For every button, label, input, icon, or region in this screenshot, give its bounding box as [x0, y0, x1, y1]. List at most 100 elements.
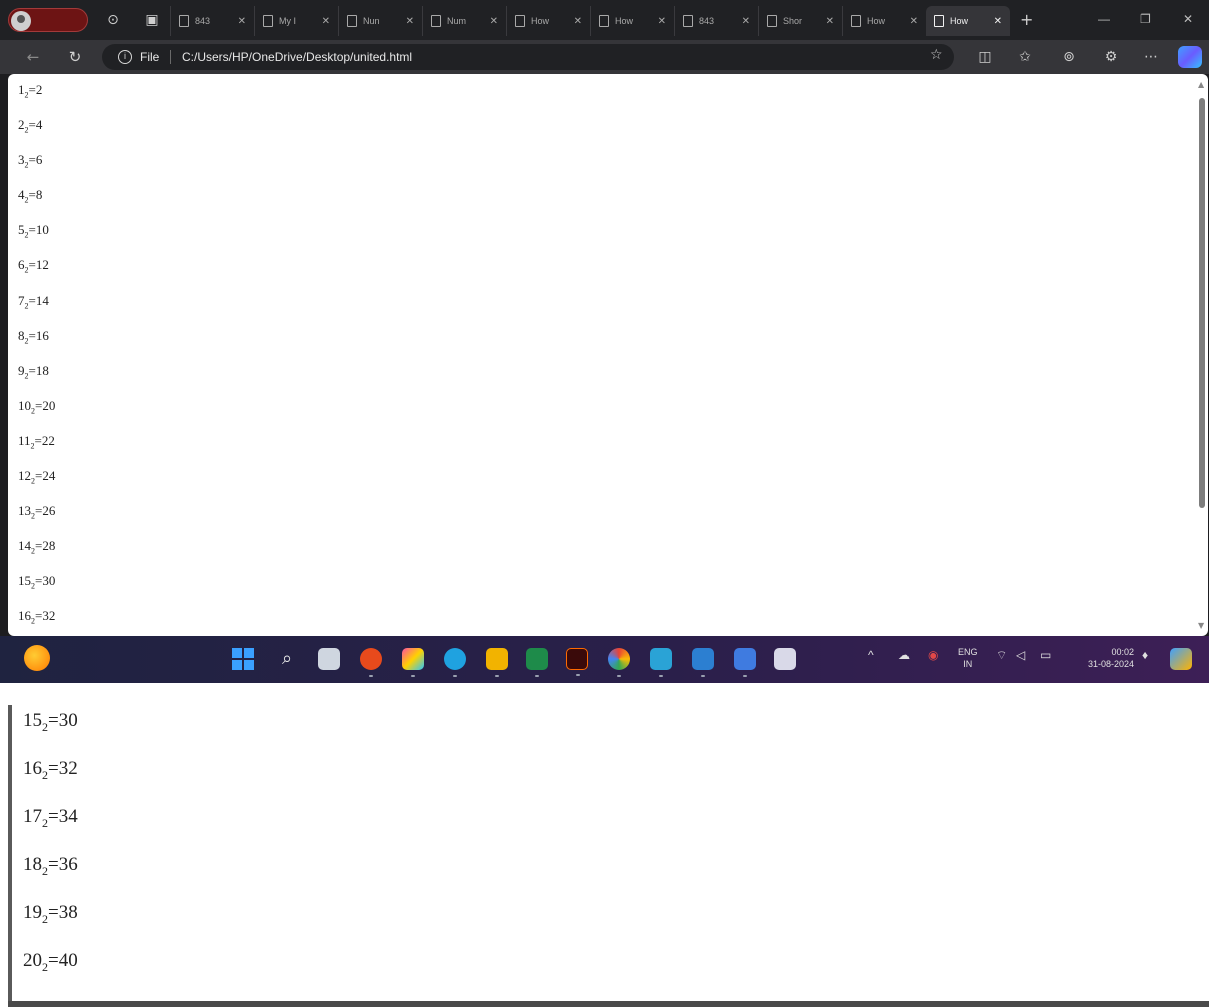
- browser-tab[interactable]: 843 ✕: [170, 6, 254, 36]
- close-tab-icon[interactable]: ✕: [574, 16, 582, 27]
- illustrator-icon[interactable]: [566, 648, 588, 676]
- workspaces-icon[interactable]: ⊙: [104, 11, 122, 29]
- result-value: =24: [35, 468, 56, 484]
- app-icon-2[interactable]: [402, 648, 424, 677]
- scroll-down-icon[interactable]: ▼: [1198, 621, 1204, 630]
- start-windows-icon[interactable]: [232, 648, 254, 670]
- copilot-taskbar-icon[interactable]: [1170, 648, 1192, 670]
- profile-button[interactable]: [8, 8, 88, 32]
- browser-tab[interactable]: 843 ✕: [674, 6, 758, 36]
- tab-title: How: [615, 16, 634, 26]
- vertical-scrollbar[interactable]: ▲ ▼: [1197, 78, 1207, 632]
- result-value: =28: [35, 538, 56, 554]
- result-value: =34: [48, 806, 78, 827]
- language-indicator[interactable]: ENG IN: [958, 646, 978, 670]
- minimize-button[interactable]: —: [1098, 12, 1110, 26]
- tab-title: My I: [279, 16, 296, 26]
- wifi-icon[interactable]: ⌔: [996, 648, 1007, 663]
- close-tab-icon[interactable]: ✕: [238, 16, 246, 27]
- close-tab-icon[interactable]: ✕: [322, 16, 330, 27]
- close-tab-icon[interactable]: ✕: [658, 16, 666, 27]
- result-value: =32: [48, 758, 78, 779]
- more-menu-icon[interactable]: ⋯: [1142, 48, 1160, 66]
- browser-tab[interactable]: How ✕: [926, 6, 1010, 36]
- collections-icon[interactable]: ⊚: [1060, 48, 1078, 66]
- list-item: 192=38: [23, 901, 78, 949]
- cloud-icon[interactable]: ☁: [898, 648, 910, 662]
- file-explorer-icon[interactable]: [486, 648, 508, 677]
- list-item: 42=8: [18, 187, 55, 222]
- result-value: =22: [34, 432, 55, 448]
- close-window-button[interactable]: ✕: [1183, 12, 1193, 26]
- app-icon-1[interactable]: [360, 648, 382, 677]
- browser-tab[interactable]: How ✕: [842, 6, 926, 36]
- result-value: =40: [48, 950, 78, 971]
- tab-title: Nun: [363, 16, 380, 26]
- excel-icon[interactable]: [526, 648, 548, 677]
- result-value: =20: [35, 397, 56, 413]
- browser-tab[interactable]: How ✕: [590, 6, 674, 36]
- app-icon-4[interactable]: [692, 648, 714, 677]
- list-item: 92=18: [18, 363, 55, 398]
- volume-icon[interactable]: ◁: [1016, 648, 1025, 662]
- tab-title: How: [950, 16, 969, 26]
- maximize-button[interactable]: ❐: [1140, 12, 1151, 26]
- refresh-button[interactable]: ↻: [66, 48, 84, 66]
- list-item: 22=4: [18, 117, 55, 152]
- scroll-up-icon[interactable]: ▲: [1198, 80, 1204, 89]
- close-tab-icon[interactable]: ✕: [910, 16, 918, 27]
- extensions-icon[interactable]: ⚙: [1102, 48, 1120, 66]
- page-icon: [599, 15, 609, 27]
- page-viewport: 12=2 22=4 32=6 42=8 52=10 62=12 72=14 82=16 92=1…: [8, 74, 1208, 636]
- close-tab-icon[interactable]: ✕: [826, 16, 834, 27]
- url-text[interactable]: C:/Users/HP/OneDrive/Desktop/united.html: [182, 50, 412, 64]
- browser-tab[interactable]: My I ✕: [254, 6, 338, 36]
- app-icon-6[interactable]: [774, 648, 796, 670]
- back-button[interactable]: ←: [24, 48, 42, 66]
- app-icon-3[interactable]: [650, 648, 672, 677]
- info-icon[interactable]: i: [118, 50, 132, 64]
- tab-actions-icon[interactable]: ▣: [143, 11, 161, 29]
- browser-tab[interactable]: How ✕: [506, 6, 590, 36]
- notification-bell-icon[interactable]: ♦: [1142, 648, 1148, 662]
- tab-title: 843: [699, 16, 715, 26]
- show-hidden-icons-icon[interactable]: ^: [868, 648, 874, 662]
- battery-icon[interactable]: ▭: [1040, 648, 1051, 662]
- favorites-icon[interactable]: ✩: [1016, 48, 1034, 66]
- close-tab-icon[interactable]: ✕: [406, 16, 414, 27]
- left-window-edge: [8, 705, 12, 1007]
- security-icon[interactable]: ◉: [928, 648, 938, 662]
- list-item: 52=10: [18, 222, 55, 257]
- copilot-icon[interactable]: [1178, 46, 1202, 68]
- list-item: 202=40: [23, 949, 78, 997]
- tab-title: How: [867, 16, 886, 26]
- browser-tab[interactable]: Nun ✕: [338, 6, 422, 36]
- favorite-star-icon[interactable]: ☆: [930, 47, 943, 63]
- browser-tab[interactable]: Num ✕: [422, 6, 506, 36]
- scrollbar-thumb[interactable]: [1199, 98, 1205, 508]
- page-icon: [431, 15, 441, 27]
- base-number: 16: [23, 758, 42, 779]
- browser-tab[interactable]: Shor ✕: [758, 6, 842, 36]
- task-view-icon[interactable]: [318, 648, 340, 670]
- search-icon[interactable]: ⌕: [276, 648, 298, 670]
- app-icon-5[interactable]: [734, 648, 756, 677]
- chrome-icon[interactable]: [608, 648, 630, 677]
- widgets-icon[interactable]: [24, 645, 50, 671]
- close-tab-icon[interactable]: ✕: [742, 16, 750, 27]
- tab-title: Shor: [783, 16, 803, 26]
- page-icon: [767, 15, 777, 27]
- base-number: 12: [18, 468, 31, 484]
- close-tab-icon[interactable]: ✕: [994, 16, 1002, 27]
- tab-title: 843: [195, 16, 211, 26]
- new-tab-button[interactable]: +: [1020, 10, 1033, 29]
- scheme-label: File: [140, 50, 160, 64]
- result-value: =2: [28, 82, 43, 97]
- page-icon: [934, 15, 944, 27]
- base-number: 17: [23, 806, 42, 827]
- split-screen-icon[interactable]: ◫: [976, 48, 994, 66]
- close-tab-icon[interactable]: ✕: [490, 16, 498, 27]
- address-bar[interactable]: i File C:/Users/HP/OneDrive/Desktop/unit…: [102, 44, 954, 70]
- edge-browser-icon[interactable]: [444, 648, 466, 677]
- system-clock[interactable]: 00:02 31-08-2024: [1072, 646, 1134, 670]
